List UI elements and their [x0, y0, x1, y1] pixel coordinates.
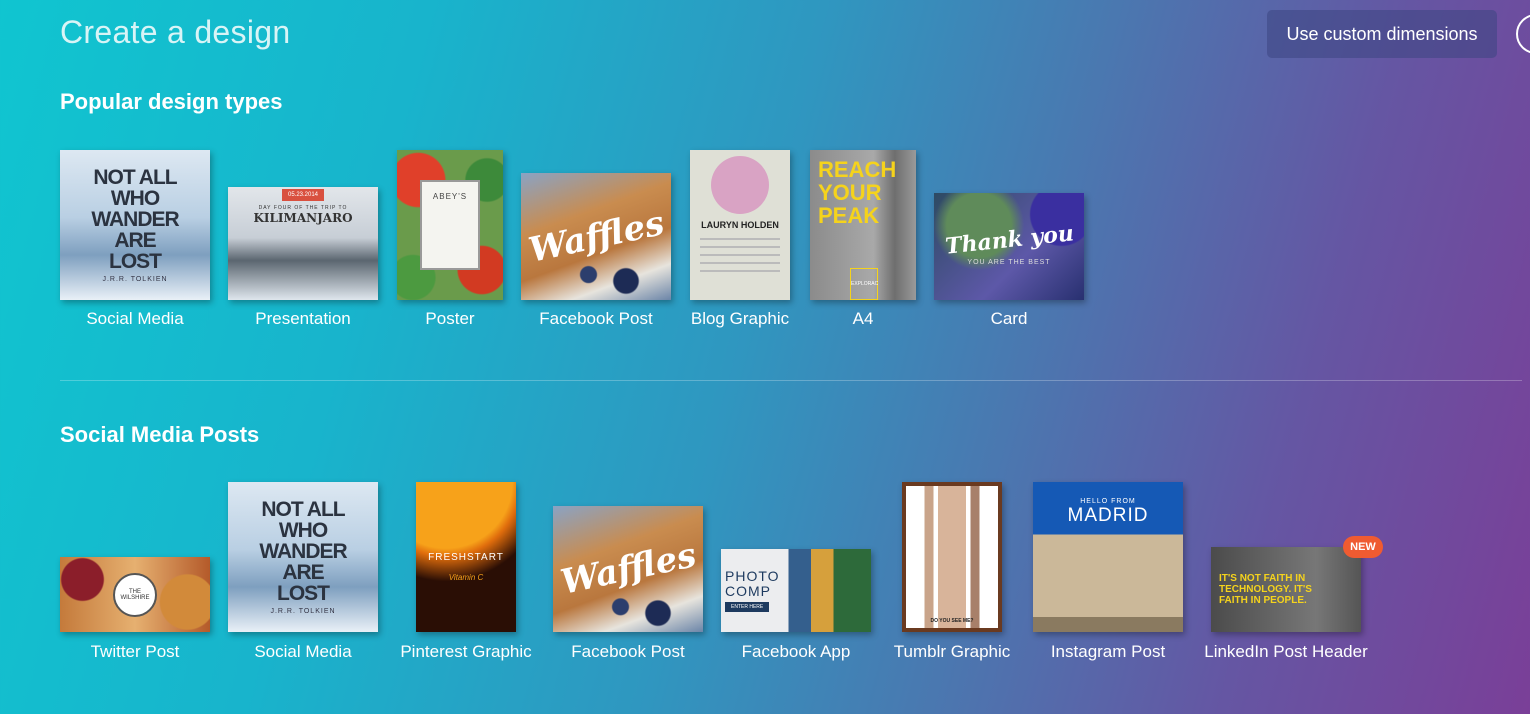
thumb-date: 05.23.2014 — [281, 189, 325, 201]
design-type-label[interactable]: Poster — [425, 309, 474, 329]
design-type-label[interactable]: Pinterest Graphic — [400, 642, 531, 662]
thumb-subtext: J.R.R. TOLKIEN — [270, 608, 336, 615]
section-title-social-media-posts: Social Media Posts — [60, 422, 260, 447]
thumb-text: KILIMANJARO — [253, 211, 353, 225]
thumbnail[interactable]: NOT ALL WHO WANDER ARE LOST J.R.R. TOLKI… — [228, 482, 378, 632]
section-title-popular: Popular design types — [60, 89, 283, 114]
thumbnail[interactable]: PHOTO COMP ENTER HERE — [721, 549, 871, 632]
thumb-text: Thank you — [943, 220, 1075, 260]
design-type-label[interactable]: Social Media — [254, 642, 351, 662]
design-type-label[interactable]: Instagram Post — [1051, 642, 1165, 662]
help-icon[interactable]: ? — [1516, 14, 1530, 54]
thumbnail[interactable]: FRESHSTART Vitamin C — [416, 482, 516, 632]
thumb-subtext: Vitamin C — [448, 573, 484, 582]
design-type-label[interactable]: Twitter Post — [91, 642, 180, 662]
thumb-subtext: DO YOU SEE ME? — [930, 618, 974, 624]
section-divider — [60, 380, 1522, 381]
thumb-text: MADRID — [1067, 505, 1149, 526]
thumb-text: THE WILSHIRE — [113, 572, 157, 617]
thumb-text: REACH YOUR PEAK — [818, 157, 897, 228]
thumbnail[interactable]: Thank you YOU ARE THE BEST — [934, 193, 1084, 300]
thumbnail[interactable]: ABEY'S — [397, 150, 503, 300]
thumb-subtext: ENTER HERE — [725, 602, 770, 612]
thumbnail[interactable]: 05.23.2014 DAY FOUR OF THE TRIP TO KILIM… — [228, 187, 378, 300]
thumb-text: NOT ALL WHO WANDER ARE LOST — [91, 166, 179, 273]
thumbnail[interactable]: LAURYN HOLDEN — [690, 150, 790, 300]
design-type-label[interactable]: Facebook App — [742, 642, 851, 662]
page-title: Create a design — [60, 14, 291, 50]
design-type-label[interactable]: Presentation — [255, 309, 350, 329]
thumbnail[interactable]: NOT ALL WHO WANDER ARE LOST J.R.R. TOLKI… — [60, 150, 210, 300]
thumb-text: ABEY'S — [420, 180, 480, 270]
thumb-text: PHOTO COMP — [725, 568, 780, 599]
thumbnail[interactable]: REACH YOUR PEAK EXPLORAC — [810, 150, 916, 300]
design-type-label[interactable]: Facebook Post — [539, 309, 652, 329]
thumbnail[interactable]: Waffles — [521, 173, 671, 300]
thumb-text: IT'S NOT FAITH IN TECHNOLOGY. IT'S FAITH… — [1219, 573, 1312, 606]
design-type-label[interactable]: Card — [991, 309, 1028, 329]
thumb-subtext: YOU ARE THE BEST — [967, 259, 1051, 266]
thumb-text: LAURYN HOLDEN — [701, 220, 779, 230]
thumb-text: Waffles — [556, 535, 700, 603]
thumbnail[interactable]: HELLO FROM MADRID — [1033, 482, 1183, 632]
thumbnail[interactable]: IT'S NOT FAITH IN TECHNOLOGY. IT'S FAITH… — [1211, 547, 1361, 632]
avatar-photo — [711, 156, 769, 214]
design-type-label[interactable]: LinkedIn Post Header — [1204, 642, 1368, 662]
thumb-subtext: HELLO FROM — [1080, 498, 1136, 505]
thumb-subtext: EXPLORAC — [850, 268, 878, 300]
use-custom-dimensions-button[interactable]: Use custom dimensions — [1267, 10, 1497, 58]
design-type-label[interactable]: Blog Graphic — [691, 309, 789, 329]
thumb-lines — [700, 238, 780, 278]
thumb-text: FRESHSTART — [428, 552, 504, 563]
thumb-subtext: J.R.R. TOLKIEN — [102, 276, 168, 283]
design-type-label[interactable]: Social Media — [86, 309, 183, 329]
thumbnail[interactable]: DO YOU SEE ME? — [902, 482, 1002, 632]
design-type-label[interactable]: A4 — [853, 309, 874, 329]
thumbnail[interactable]: THE WILSHIRE — [60, 557, 210, 632]
new-badge: NEW — [1343, 536, 1383, 558]
thumb-text: NOT ALL WHO WANDER ARE LOST — [259, 498, 347, 605]
design-type-label[interactable]: Tumblr Graphic — [894, 642, 1011, 662]
thumb-text: Waffles — [524, 202, 668, 271]
thumbnail[interactable]: Waffles — [553, 506, 703, 632]
design-type-label[interactable]: Facebook Post — [571, 642, 684, 662]
